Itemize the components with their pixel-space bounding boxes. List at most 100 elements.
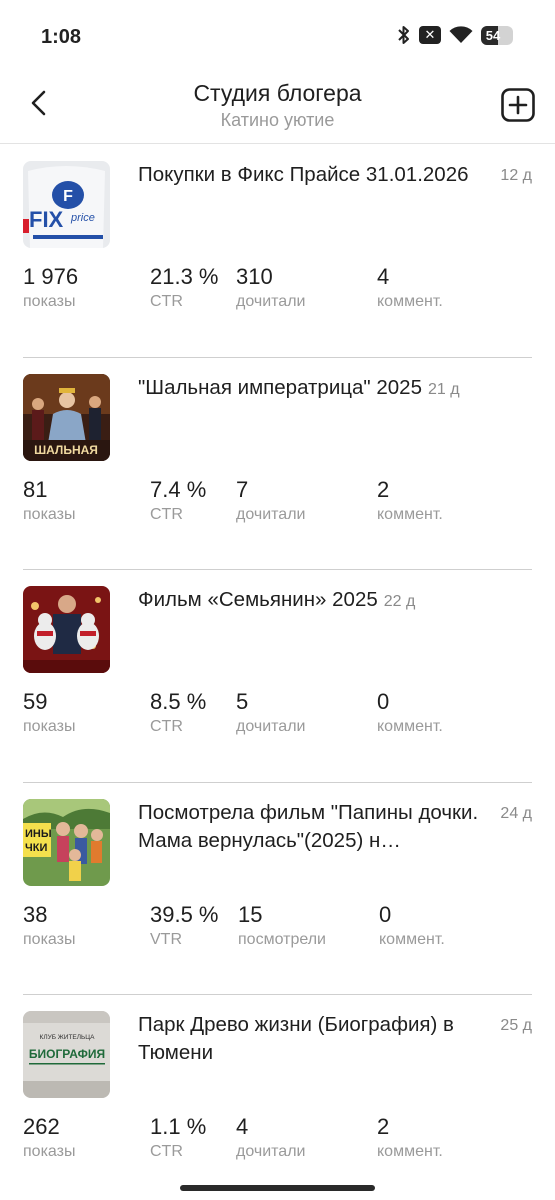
stat-value: 262 — [23, 1114, 60, 1139]
stat-comments: 0 коммент. — [379, 901, 445, 949]
stat-impressions: 81 показы — [23, 476, 75, 524]
post-title[interactable]: Покупки в Фикс Прайсе 31.01.2026 — [138, 161, 488, 189]
stat-value: 8.5 % — [150, 689, 207, 714]
stat-value: 4 — [377, 264, 390, 289]
stat-value: 15 — [238, 901, 263, 927]
svg-text:ШАЛЬНАЯ: ШАЛЬНАЯ — [34, 443, 98, 457]
thumbnail-text-main: БИОГРАФИЯ — [29, 1047, 105, 1061]
stat-value: 21.3 % — [150, 264, 219, 289]
app-header: Студия блогера Катино уютие — [0, 74, 555, 144]
stat-impressions: 38 показы — [23, 901, 75, 949]
stat-comments: 2 коммент. — [377, 476, 443, 524]
stat-label: дочитали — [236, 718, 306, 735]
post-item[interactable]: F FIX price Покупки в Фикс Прайсе 31.01.… — [0, 145, 555, 358]
post-age: 25 д — [500, 1017, 532, 1034]
channel-name: Катино уютие — [220, 110, 335, 130]
stat-value: 310 — [236, 264, 273, 289]
stat-label: посмотрели — [238, 930, 326, 948]
post-title[interactable]: Парк Древо жизни (Биография) в Тюмени — [138, 1011, 488, 1067]
post-thumbnail[interactable]: F FIX price — [23, 161, 110, 248]
stat-label: CTR — [150, 293, 183, 310]
stat-watched: 15 посмотрели — [238, 901, 326, 949]
post-item[interactable]: ИНЫ ЧКИ Посмотрела фильм "Папины дочки. … — [0, 783, 555, 995]
stat-value: 2 — [377, 1114, 390, 1139]
stat-value: 0 — [377, 689, 390, 714]
stat-label: показы — [23, 718, 76, 735]
stat-value: 39.5 % — [150, 901, 219, 927]
post-age: 24 д — [500, 804, 532, 822]
post-item[interactable]: ШАЛЬНАЯ "Шальная императрица" 2025 21 д 8… — [0, 358, 555, 570]
post-thumbnail[interactable]: ШАЛЬНАЯ — [23, 373, 110, 461]
stat-impressions: 1 976 показы — [23, 263, 78, 311]
stat-label: дочитали — [236, 505, 306, 523]
stat-vtr: 39.5 % VTR — [150, 901, 219, 949]
stat-value: 59 — [23, 689, 48, 714]
bluetooth-icon — [397, 25, 411, 45]
stat-label: дочитали — [236, 1143, 306, 1160]
stat-ctr: 7.4 % CTR — [150, 476, 206, 524]
stat-read: 5 дочитали — [236, 688, 305, 736]
post-thumbnail[interactable]: КЛУБ ЖИТЕЛЬЦА БИОГРАФИЯ — [23, 1011, 110, 1098]
stat-label: CTR — [150, 718, 183, 735]
status-time: 1:08 — [41, 26, 82, 48]
stat-value: 7.4 % — [150, 476, 207, 502]
plus-square-icon — [501, 88, 535, 122]
stat-label: показы — [23, 505, 76, 523]
svg-text:ЧКИ: ЧКИ — [25, 842, 47, 854]
post-list: F FIX price Покупки в Фикс Прайсе 31.01.… — [0, 145, 555, 1200]
post-thumbnail[interactable]: ИНЫ ЧКИ — [23, 798, 110, 886]
page-title: Студия блогера — [193, 80, 362, 106]
stat-ctr: 8.5 % CTR — [150, 688, 206, 736]
svg-text:FIX: FIX — [29, 207, 64, 232]
stat-label: коммент. — [377, 718, 443, 735]
stat-label: показы — [23, 293, 76, 310]
status-bar: 1:08 ✕ 54 — [0, 0, 555, 74]
stat-read: 4 дочитали — [236, 1113, 305, 1161]
stat-label: CTR — [150, 505, 183, 523]
stat-label: VTR — [150, 930, 182, 948]
battery-icon: 54 — [481, 25, 513, 45]
stat-label: показы — [23, 1143, 76, 1160]
stat-comments: 4 коммент. — [377, 263, 443, 311]
stat-ctr: 1.1 % CTR — [150, 1113, 206, 1161]
stat-value: 2 — [377, 476, 390, 502]
battery-level: 54 — [485, 27, 501, 43]
svg-text:ИНЫ: ИНЫ — [25, 828, 52, 840]
post-title[interactable]: "Шальная императрица" 2025 21 д — [138, 374, 488, 404]
wifi-icon — [449, 26, 473, 44]
stat-comments: 0 коммент. — [377, 688, 443, 736]
stat-label: показы — [23, 930, 76, 948]
stat-value: 81 — [23, 476, 48, 502]
thumbnail-text-top: КЛУБ ЖИТЕЛЬЦА — [40, 1034, 96, 1041]
post-title[interactable]: Посмотрела фильм "Папины дочки. Мама вер… — [138, 799, 488, 855]
stat-label: коммент. — [379, 930, 445, 948]
stat-impressions: 262 показы — [23, 1113, 75, 1161]
svg-text:price: price — [70, 212, 95, 224]
home-indicator[interactable] — [180, 1185, 375, 1191]
stat-value: 1 976 — [23, 264, 79, 289]
stat-comments: 2 коммент. — [377, 1113, 443, 1161]
post-title-text: Фильм «Семьянин» 2025 — [138, 588, 378, 611]
stat-read: 310 дочитали — [236, 263, 305, 311]
stat-label: дочитали — [236, 293, 306, 310]
stat-label: CTR — [150, 1143, 183, 1160]
notification-muted-icon: ✕ — [419, 26, 441, 44]
stat-label: коммент. — [377, 293, 443, 310]
post-thumbnail[interactable] — [23, 586, 110, 673]
stat-impressions: 59 показы — [23, 688, 75, 736]
stat-value: 38 — [23, 901, 48, 927]
post-title-text: "Шальная императрица" 2025 — [138, 375, 422, 399]
svg-text:F: F — [63, 188, 73, 205]
stat-label: коммент. — [377, 505, 443, 523]
status-icons: ✕ 54 — [397, 25, 513, 45]
stat-read: 7 дочитали — [236, 476, 305, 524]
post-item[interactable]: КЛУБ ЖИТЕЛЬЦА БИОГРАФИЯ Парк Древо жизни… — [0, 995, 555, 1200]
stat-label: коммент. — [377, 1143, 443, 1160]
post-item[interactable]: Фильм «Семьянин» 2025 22 д 59 показы 8.5 %… — [0, 570, 555, 783]
stat-ctr: 21.3 % CTR — [150, 263, 219, 311]
post-age: 12 д — [500, 167, 532, 184]
post-title[interactable]: Фильм «Семьянин» 2025 22 д — [138, 586, 488, 616]
post-age: 22 д — [383, 593, 416, 610]
post-age: 21 д — [428, 380, 460, 398]
add-post-button[interactable] — [501, 88, 535, 122]
